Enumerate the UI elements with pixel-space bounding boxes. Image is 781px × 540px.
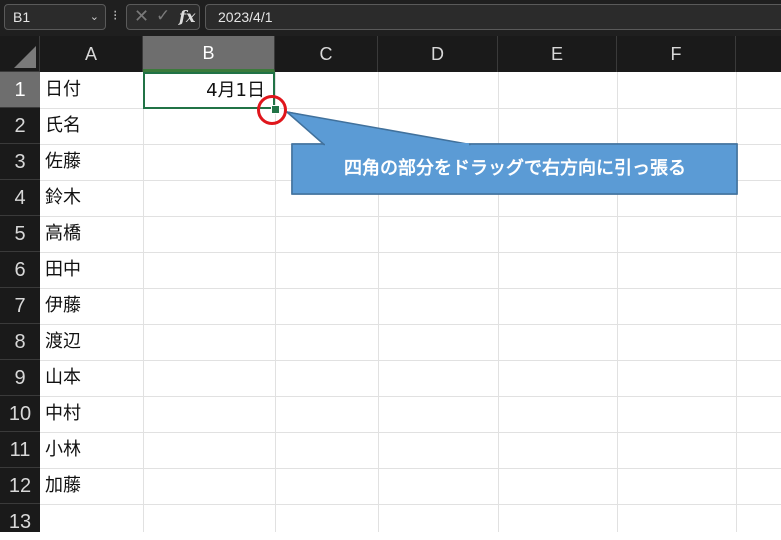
row-header-9[interactable]: 9 — [0, 360, 40, 396]
grid-line — [40, 324, 781, 325]
enter-icon[interactable]: ✓ — [156, 6, 170, 26]
row-header-4[interactable]: 4 — [0, 180, 40, 216]
row-header-6[interactable]: 6 — [0, 252, 40, 288]
more-options-icon[interactable]: ⁝ — [113, 8, 117, 24]
grid-line — [40, 252, 781, 253]
row-header-5[interactable]: 5 — [0, 216, 40, 252]
column-header-b[interactable]: B — [143, 36, 275, 72]
select-all-button[interactable] — [0, 36, 40, 72]
column-header-c[interactable]: C — [275, 36, 378, 72]
column-header-f[interactable]: F — [617, 36, 736, 72]
select-all-triangle-icon — [14, 46, 36, 68]
cell-a12[interactable]: 加藤 — [45, 468, 81, 504]
row-header-1[interactable]: 1 — [0, 72, 40, 108]
cancel-icon[interactable]: ✕ — [134, 6, 149, 27]
row-header-12[interactable]: 12 — [0, 468, 40, 504]
cell-a6[interactable]: 田中 — [45, 252, 81, 288]
row-header-7[interactable]: 7 — [0, 288, 40, 324]
formula-buttons: ✕ ✓ fx — [126, 4, 200, 30]
cell-a3[interactable]: 佐藤 — [45, 144, 81, 180]
cell-a10[interactable]: 中村 — [45, 396, 81, 432]
cell-a5[interactable]: 高橋 — [45, 216, 81, 252]
cell-a7[interactable]: 伊藤 — [45, 288, 81, 324]
column-header-a[interactable]: A — [40, 36, 143, 72]
grid-line — [378, 72, 379, 532]
column-header-g[interactable] — [736, 36, 781, 72]
grid-line — [736, 72, 737, 532]
formula-bar: B1 ⌄ ⁝ ✕ ✓ fx 2023/4/1 — [0, 0, 781, 36]
grid-line — [143, 72, 144, 532]
grid-line — [40, 396, 781, 397]
worksheet-grid[interactable]: A B C D E F 1 2 3 4 5 6 7 8 9 10 11 12 1… — [0, 36, 781, 533]
cell-a4[interactable]: 鈴木 — [45, 180, 81, 216]
cell-a9[interactable]: 山本 — [45, 360, 81, 396]
row-header-2[interactable]: 2 — [0, 108, 40, 144]
name-box[interactable]: B1 ⌄ — [4, 4, 106, 30]
row-header-8[interactable]: 8 — [0, 324, 40, 360]
column-header-e[interactable]: E — [498, 36, 617, 72]
grid-line — [40, 288, 781, 289]
cell-a11[interactable]: 小林 — [45, 432, 81, 468]
cell-a1[interactable]: 日付 — [45, 72, 81, 108]
grid-line — [617, 72, 618, 532]
row-header-10[interactable]: 10 — [0, 396, 40, 432]
row-header-13[interactable]: 13 — [0, 504, 40, 533]
grid-line — [40, 216, 781, 217]
grid-line — [498, 72, 499, 532]
callout-text: 四角の部分をドラッグで右方向に引っ張る — [344, 158, 686, 179]
cell-a2[interactable]: 氏名 — [45, 108, 81, 144]
grid-line — [40, 432, 781, 433]
highlight-circle — [257, 95, 287, 125]
name-box-value: B1 — [13, 9, 31, 25]
selected-cell-b1[interactable]: 4月1日 — [143, 72, 275, 109]
grid-line — [40, 360, 781, 361]
grid-line — [275, 72, 276, 532]
chevron-down-icon[interactable]: ⌄ — [90, 10, 99, 23]
column-header-d[interactable]: D — [378, 36, 498, 72]
formula-input[interactable]: 2023/4/1 — [205, 4, 781, 30]
insert-function-icon[interactable]: fx — [179, 7, 195, 26]
row-header-3[interactable]: 3 — [0, 144, 40, 180]
grid-line — [40, 468, 781, 469]
grid-line — [40, 504, 781, 505]
row-header-11[interactable]: 11 — [0, 432, 40, 468]
formula-input-value: 2023/4/1 — [218, 9, 273, 25]
cell-a8[interactable]: 渡辺 — [45, 324, 81, 360]
cell-b1-value: 4月1日 — [206, 80, 265, 101]
